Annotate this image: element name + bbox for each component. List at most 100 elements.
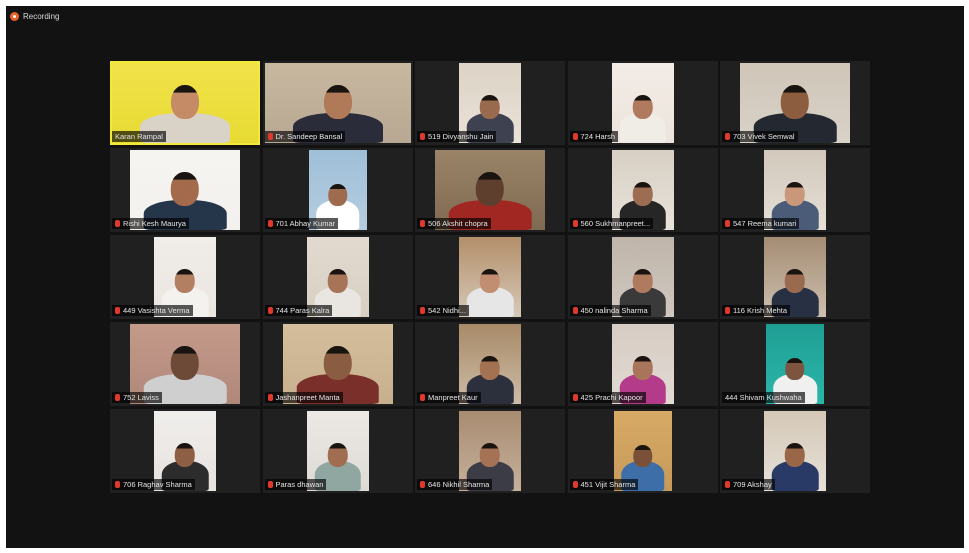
muted-mic-icon bbox=[725, 307, 730, 314]
participant-head bbox=[327, 269, 348, 293]
participant-tile[interactable]: 706 Raghav Sharma bbox=[110, 409, 260, 493]
participant-tile[interactable]: 450 nalinda Sharma bbox=[567, 235, 718, 319]
participant-name: 519 Divyanshu Jain bbox=[428, 132, 494, 141]
muted-mic-icon bbox=[267, 220, 273, 227]
participant-name-label: Manpreet Kaur bbox=[417, 392, 481, 403]
participant-head bbox=[480, 269, 500, 293]
participant-tile[interactable]: 547 Reema kumari bbox=[720, 148, 870, 232]
participant-tile[interactable]: Rishi Kesh Maurya bbox=[110, 148, 260, 232]
participant-head bbox=[785, 269, 805, 293]
participant-tile[interactable]: 560 Sukhmanpreet... bbox=[567, 148, 718, 232]
participant-name-label: Jashanpreet Manta bbox=[264, 392, 343, 403]
participant-name: 646 Nikhil Sharma bbox=[428, 480, 490, 489]
participant-head bbox=[480, 443, 500, 467]
participant-name-label: 706 Raghav Sharma bbox=[112, 479, 195, 490]
participant-name-label: 444 Shivam Kushwaha bbox=[722, 392, 805, 403]
muted-mic-icon bbox=[725, 481, 730, 488]
recording-label: Recording bbox=[23, 12, 60, 21]
participant-tile[interactable]: 701 Abhay Kumar bbox=[262, 148, 413, 232]
participant-head bbox=[171, 172, 199, 206]
participant-figure bbox=[619, 63, 666, 143]
muted-mic-icon bbox=[267, 481, 273, 488]
participant-name-label: Paras dhawan bbox=[264, 479, 327, 490]
participant-name: 547 Reema kumari bbox=[733, 219, 797, 228]
muted-mic-icon bbox=[725, 133, 730, 140]
participant-name-label: 451 Vijit Sharma bbox=[569, 479, 639, 490]
participant-tile[interactable]: 451 Vijit Sharma bbox=[567, 409, 718, 493]
participant-name: Manpreet Kaur bbox=[428, 393, 478, 402]
participant-tile[interactable]: 444 Shivam Kushwaha bbox=[720, 322, 870, 406]
participant-tile[interactable]: Paras dhawan bbox=[262, 409, 413, 493]
participant-head bbox=[633, 444, 652, 467]
participant-head bbox=[480, 95, 500, 119]
participant-name: 449 Vasishta Verma bbox=[123, 306, 190, 315]
participant-head bbox=[175, 269, 195, 293]
participant-head bbox=[632, 356, 653, 380]
participant-name: Jashanpreet Manta bbox=[275, 393, 340, 402]
meeting-window: Recording Karan Rampal Dr. Sandeep Bansal… bbox=[6, 6, 964, 548]
participant-name: 724 Harsh bbox=[580, 132, 616, 141]
participant-head bbox=[171, 346, 199, 380]
participant-name-label: 709 Akshay bbox=[722, 479, 775, 490]
participant-tile[interactable]: 116 Krish Mehta bbox=[720, 235, 870, 319]
muted-mic-icon bbox=[420, 481, 425, 488]
muted-mic-icon bbox=[267, 133, 273, 140]
participant-head bbox=[171, 85, 199, 119]
participant-name: 706 Raghav Sharma bbox=[123, 480, 192, 489]
muted-mic-icon bbox=[572, 394, 578, 401]
recording-indicator[interactable]: Recording bbox=[10, 12, 59, 21]
participant-tile[interactable]: 703 Vivek Semwal bbox=[720, 61, 870, 145]
participant-name: 703 Vivek Semwal bbox=[733, 132, 795, 141]
muted-mic-icon bbox=[572, 481, 578, 488]
muted-mic-icon bbox=[115, 307, 120, 314]
participant-figure bbox=[771, 411, 819, 491]
participant-tile[interactable]: 724 Harsh bbox=[567, 61, 718, 145]
participant-name-label: 646 Nikhil Sharma bbox=[417, 479, 493, 490]
participant-tile[interactable]: Dr. Sandeep Bansal bbox=[262, 61, 413, 145]
participant-gallery: Karan Rampal Dr. Sandeep Bansal 519 Divyan… bbox=[110, 61, 870, 497]
participant-tile[interactable]: 646 Nikhil Sharma bbox=[415, 409, 565, 493]
participant-tile[interactable]: 506 Akshit chopra bbox=[415, 148, 565, 232]
participant-head bbox=[632, 269, 653, 293]
participant-head bbox=[632, 182, 653, 206]
participant-name: 560 Sukhmanpreet... bbox=[580, 219, 651, 228]
participant-head bbox=[785, 182, 805, 206]
muted-mic-icon bbox=[420, 307, 425, 314]
participant-name-label: 752 Laviss bbox=[112, 392, 162, 403]
muted-mic-icon bbox=[420, 133, 425, 140]
participant-name: Rishi Kesh Maurya bbox=[123, 219, 186, 228]
participant-name: 744 Paras Kalra bbox=[275, 306, 330, 315]
participant-name: 542 Nidhi... bbox=[428, 306, 466, 315]
participant-name: 116 Krish Mehta bbox=[733, 306, 788, 315]
participant-tile[interactable]: 449 Vasishta Verma bbox=[110, 235, 260, 319]
muted-mic-icon bbox=[115, 481, 120, 488]
participant-tile[interactable]: 519 Divyanshu Jain bbox=[415, 61, 565, 145]
muted-mic-icon bbox=[115, 220, 120, 227]
participant-name-label: Dr. Sandeep Bansal bbox=[264, 131, 346, 142]
participant-name-label: 703 Vivek Semwal bbox=[722, 131, 798, 142]
participant-tile[interactable]: 752 Laviss bbox=[110, 322, 260, 406]
recording-icon bbox=[10, 12, 19, 21]
participant-tile[interactable]: 425 Prachi Kapoor bbox=[567, 322, 718, 406]
participant-name-label: 560 Sukhmanpreet... bbox=[569, 218, 654, 229]
participant-tile[interactable]: 542 Nidhi... bbox=[415, 235, 565, 319]
participant-tile[interactable]: Jashanpreet Manta bbox=[262, 322, 413, 406]
participant-name: 425 Prachi Kapoor bbox=[580, 393, 643, 402]
participant-head bbox=[785, 443, 805, 467]
participant-name: Paras dhawan bbox=[275, 480, 324, 489]
participant-name-label: 701 Abhay Kumar bbox=[264, 218, 339, 229]
participant-tile[interactable]: Karan Rampal bbox=[110, 61, 260, 145]
muted-mic-icon bbox=[572, 133, 578, 140]
participant-name-label: 449 Vasishta Verma bbox=[112, 305, 193, 316]
participant-head bbox=[632, 95, 653, 119]
muted-mic-icon bbox=[420, 220, 425, 227]
participant-name-label: 425 Prachi Kapoor bbox=[569, 392, 646, 403]
muted-mic-icon bbox=[725, 220, 730, 227]
participant-tile[interactable]: 709 Akshay bbox=[720, 409, 870, 493]
participant-head bbox=[785, 357, 805, 380]
participant-figure bbox=[466, 237, 514, 317]
participant-name-label: 450 nalinda Sharma bbox=[569, 305, 651, 316]
participant-tile[interactable]: 744 Paras Kalra bbox=[262, 235, 413, 319]
participant-tile[interactable]: Manpreet Kaur bbox=[415, 322, 565, 406]
participant-name: 701 Abhay Kumar bbox=[275, 219, 336, 228]
